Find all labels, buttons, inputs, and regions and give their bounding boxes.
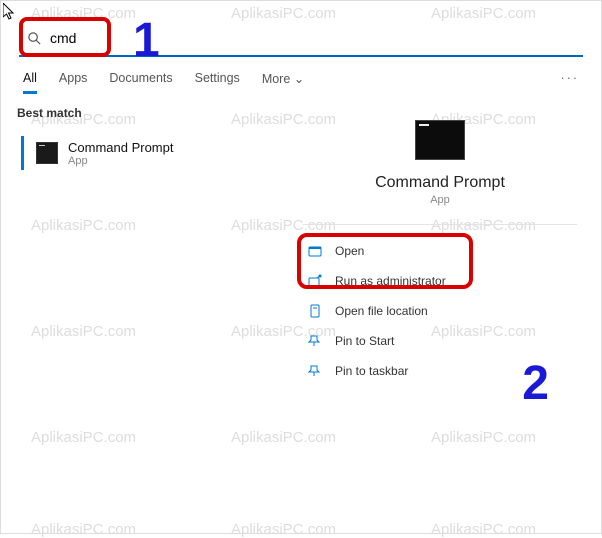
action-label: Pin to Start	[335, 334, 394, 348]
result-title: Command Prompt	[68, 140, 173, 155]
tab-all[interactable]: All	[23, 71, 37, 94]
action-label: Open	[335, 244, 364, 258]
action-pin-to-start[interactable]: Pin to Start	[303, 327, 577, 355]
result-command-prompt[interactable]: Command Prompt App	[17, 130, 263, 176]
search-box[interactable]	[19, 21, 583, 57]
open-icon	[307, 243, 323, 259]
action-pin-to-taskbar[interactable]: Pin to taskbar	[303, 357, 577, 385]
results-panel: Best match Command Prompt App	[1, 94, 279, 524]
tab-settings[interactable]: Settings	[195, 71, 240, 94]
action-run-as-administrator[interactable]: Run as administrator	[303, 267, 577, 295]
action-label: Pin to taskbar	[335, 364, 408, 378]
selection-indicator	[21, 136, 24, 170]
shield-icon	[307, 273, 323, 289]
app-title: Command Prompt	[375, 174, 505, 192]
preview-panel: Command Prompt App Open Run as administr…	[279, 94, 601, 524]
result-subtitle: App	[68, 155, 173, 167]
chevron-down-icon: ⌄	[294, 72, 304, 86]
command-prompt-icon	[415, 120, 465, 160]
command-prompt-icon	[36, 142, 58, 164]
more-options-button[interactable]: ···	[561, 71, 580, 94]
pin-icon	[307, 363, 323, 379]
action-label: Open file location	[335, 304, 428, 318]
action-open-file-location[interactable]: Open file location	[303, 297, 577, 325]
tab-more[interactable]: More ⌄	[262, 71, 304, 94]
app-subtitle: App	[430, 194, 450, 206]
tab-documents[interactable]: Documents	[109, 71, 172, 94]
folder-icon	[307, 303, 323, 319]
divider	[303, 224, 577, 225]
filter-tabs: All Apps Documents Settings More ⌄ ···	[1, 65, 601, 94]
section-header-best-match: Best match	[17, 106, 263, 120]
search-input[interactable]	[50, 30, 575, 46]
search-icon	[27, 31, 42, 46]
action-label: Run as administrator	[335, 274, 446, 288]
tab-apps[interactable]: Apps	[59, 71, 88, 94]
pin-icon	[307, 333, 323, 349]
action-open[interactable]: Open	[303, 237, 577, 265]
